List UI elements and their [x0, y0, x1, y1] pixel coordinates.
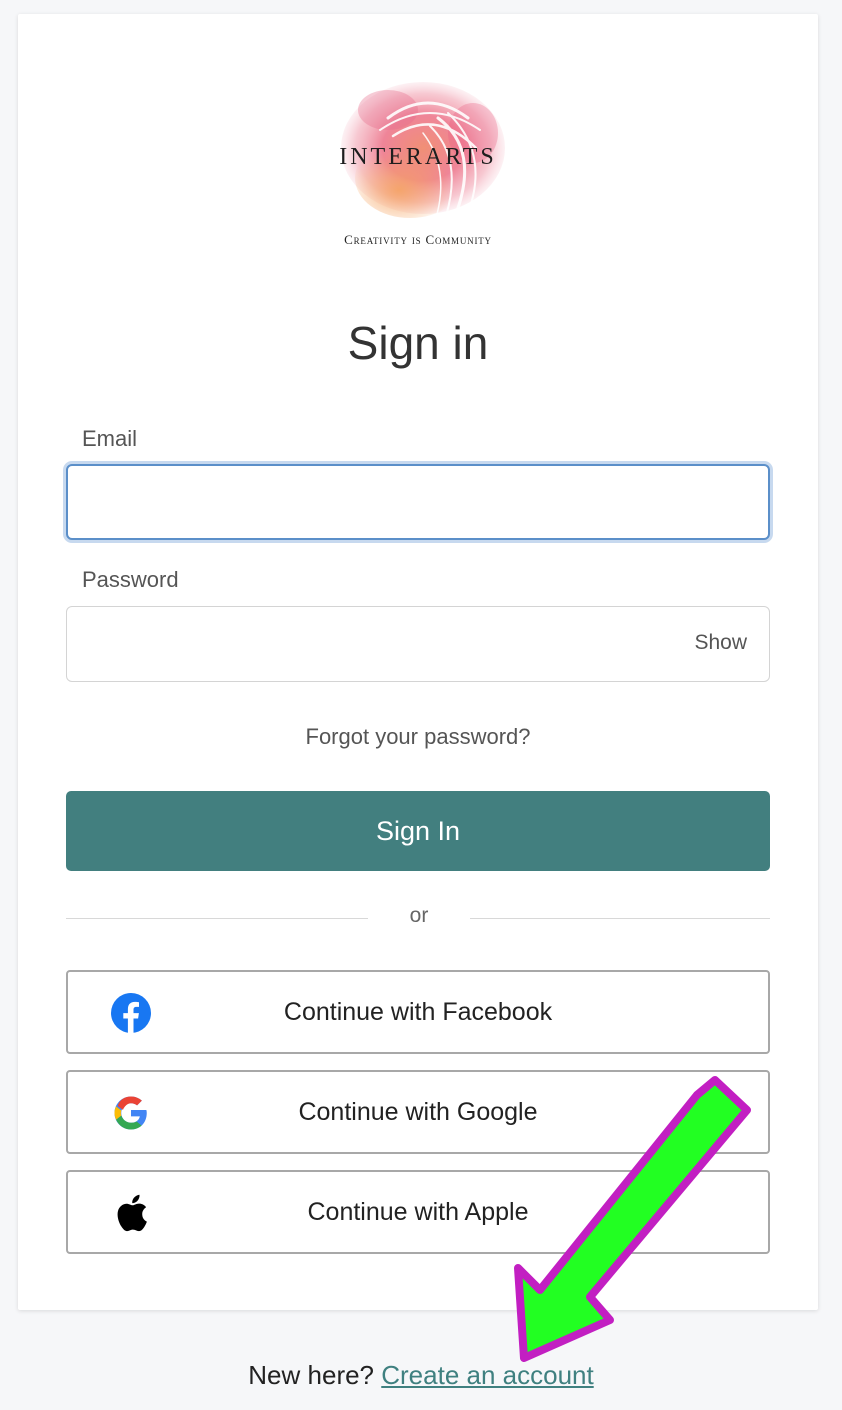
show-password-button[interactable]: Show: [694, 631, 747, 655]
page-title: Sign in: [347, 317, 489, 369]
password-field[interactable]: Show: [66, 606, 770, 682]
email-field[interactable]: [66, 464, 770, 540]
password-label: Password: [82, 567, 179, 592]
interarts-logo: INTERARTS Creativity is Community: [318, 78, 518, 248]
continue-with-facebook-button[interactable]: Continue with Facebook: [66, 970, 770, 1054]
logo-tagline: Creativity is Community: [344, 232, 492, 247]
continue-with-google-button[interactable]: Continue with Google: [66, 1070, 770, 1154]
facebook-button-label: Continue with Facebook: [283, 997, 553, 1026]
divider-line-right: [470, 918, 770, 919]
divider-line-left: [66, 918, 368, 919]
apple-button-label: Continue with Apple: [307, 1197, 529, 1226]
sign-in-card: INTERARTS Creativity is Community Sign i…: [18, 14, 818, 1310]
new-here-text: New here?: [248, 1360, 375, 1390]
logo-title: INTERARTS: [339, 144, 497, 170]
facebook-icon: [110, 992, 152, 1034]
footer-signup: New here? Create an account: [0, 1360, 842, 1391]
apple-icon: [110, 1192, 152, 1234]
create-account-link[interactable]: Create an account: [381, 1360, 593, 1390]
email-label: Email: [82, 426, 138, 451]
sign-in-button[interactable]: Sign In: [66, 791, 770, 871]
google-icon: [110, 1092, 152, 1134]
continue-with-apple-button[interactable]: Continue with Apple: [66, 1170, 770, 1254]
divider-or-text: or: [409, 904, 429, 927]
google-button-label: Continue with Google: [298, 1097, 538, 1126]
forgot-password-link[interactable]: Forgot your password?: [18, 724, 818, 750]
